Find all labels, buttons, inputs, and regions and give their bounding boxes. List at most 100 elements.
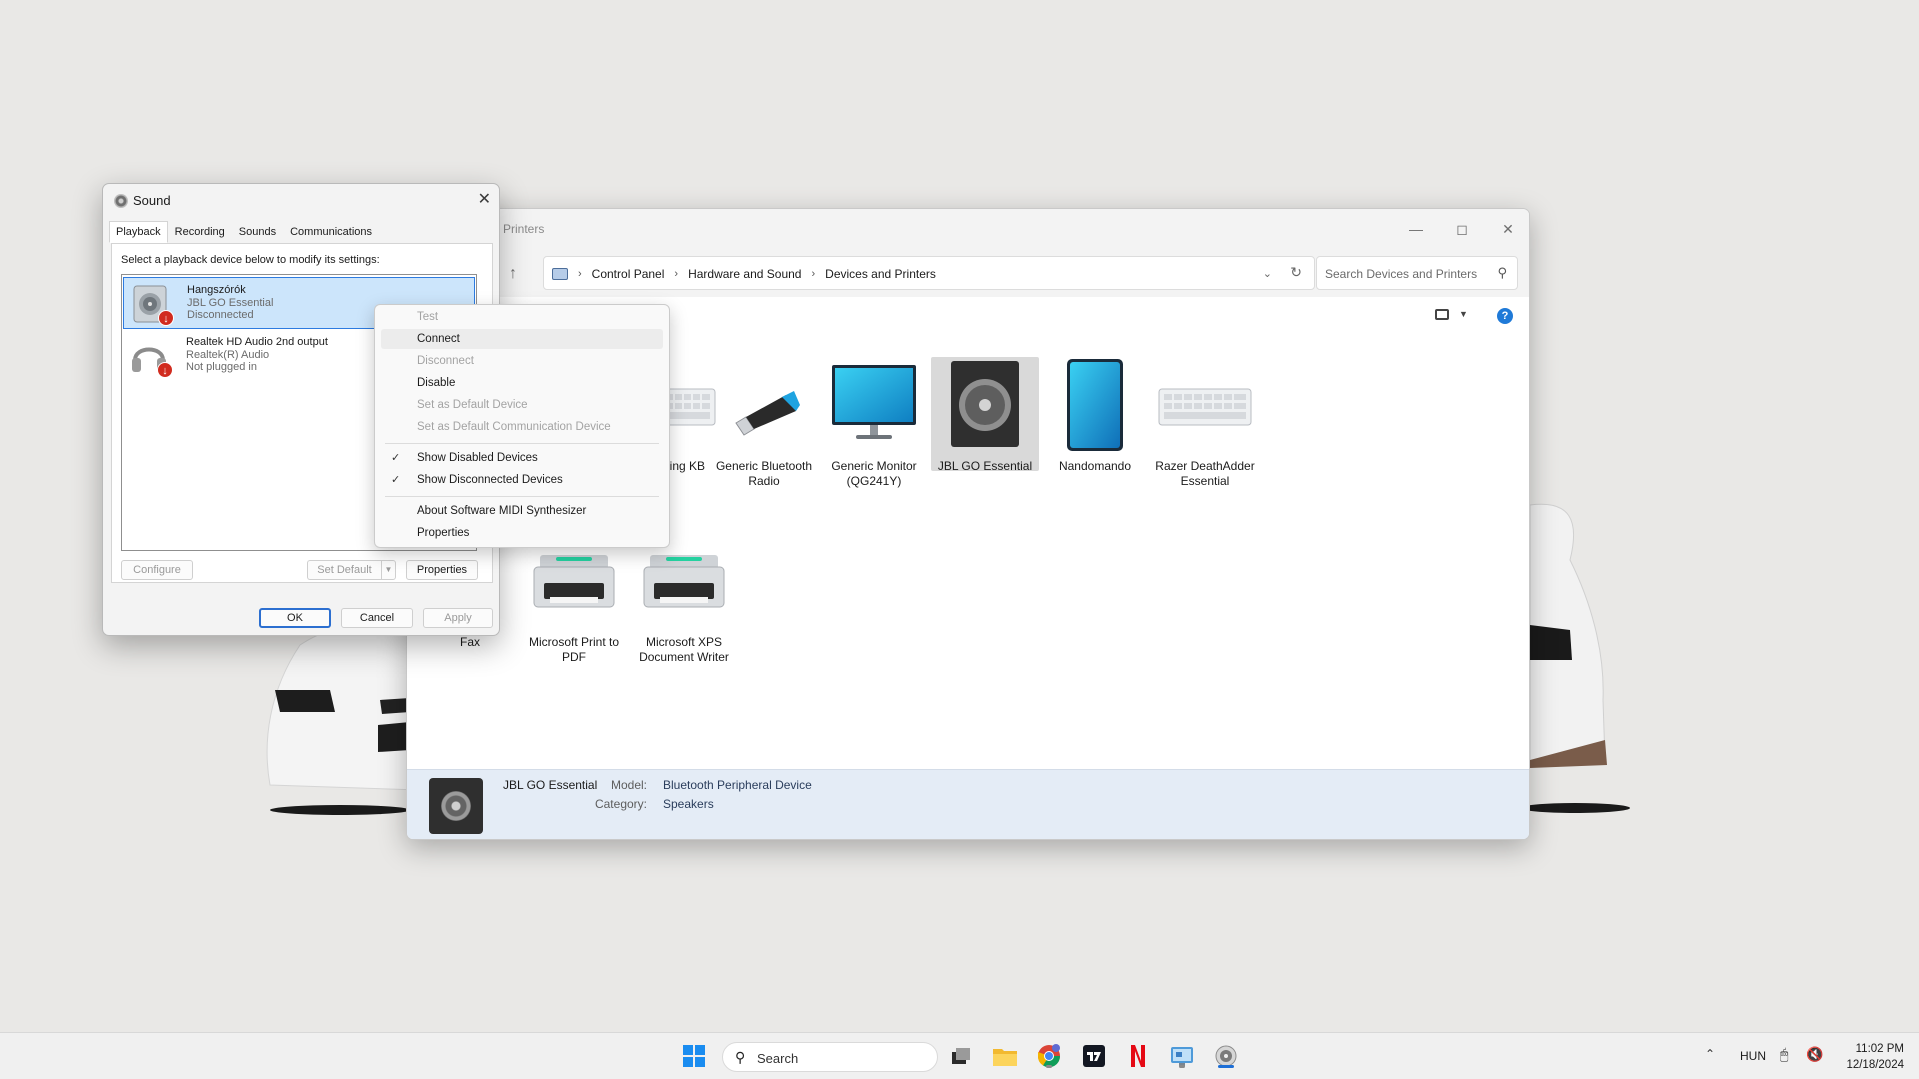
details-category-key: Category: bbox=[594, 797, 647, 811]
menu-item-about-midi[interactable]: About Software MIDI Synthesizer bbox=[381, 501, 663, 521]
menu-item-connect[interactable]: Connect bbox=[381, 329, 663, 349]
device-label: JBL GO Essential bbox=[937, 459, 1033, 473]
task-view-icon[interactable] bbox=[946, 1041, 976, 1071]
ok-button[interactable]: OK bbox=[259, 608, 331, 628]
control-panel-icon[interactable] bbox=[1167, 1041, 1197, 1071]
network-icon[interactable]: 🖱 bbox=[1780, 1046, 1788, 1063]
minimize-button[interactable]: — bbox=[1393, 213, 1439, 245]
search-icon: ⚲ bbox=[735, 1049, 746, 1065]
cancel-button[interactable]: Cancel bbox=[341, 608, 413, 628]
tab-playback[interactable]: Playback bbox=[109, 221, 168, 243]
tab-recording[interactable]: Recording bbox=[168, 221, 232, 243]
clock-date: 12/18/2024 bbox=[1846, 1059, 1904, 1071]
speaker-icon bbox=[114, 194, 128, 208]
menu-separator bbox=[385, 443, 659, 444]
volume-muted-icon[interactable]: 🔇 bbox=[1806, 1046, 1823, 1063]
breadcrumb-devices-and-printers[interactable]: Devices and Printers bbox=[825, 267, 936, 281]
search-placeholder: Search bbox=[757, 1051, 799, 1066]
device-item[interactable]: Generic Monitor (QG241Y) bbox=[820, 357, 928, 489]
address-toolbar: ↑ › Control Panel › Hardware and Sound ›… bbox=[407, 249, 1529, 297]
tab-strip: Playback Recording Sounds Communications bbox=[109, 221, 379, 243]
window-title: Printers bbox=[503, 222, 545, 236]
menu-item-properties[interactable]: Properties bbox=[381, 523, 663, 543]
help-icon[interactable]: ? bbox=[1497, 308, 1513, 324]
taskbar-search-input[interactable]: ⚲ Search bbox=[722, 1042, 938, 1072]
keyboard-icon bbox=[1158, 388, 1252, 426]
file-explorer-icon[interactable] bbox=[990, 1041, 1020, 1071]
menu-item-test[interactable]: Test bbox=[381, 307, 663, 327]
device-name: Hangszórók bbox=[187, 284, 246, 296]
device-label: Nandomando bbox=[1058, 459, 1132, 473]
chevron-right-icon: › bbox=[811, 268, 816, 280]
search-placeholder: Search Devices and Printers bbox=[1325, 267, 1478, 281]
properties-button[interactable]: Properties bbox=[406, 560, 478, 580]
taskbar: ⚲ Search ⌃ HUN 🖱 🔇 11:02 PM 12/18/2024 bbox=[0, 1032, 1919, 1079]
chrome-icon[interactable] bbox=[1034, 1041, 1064, 1071]
chevron-down-icon[interactable]: ▼ bbox=[381, 560, 396, 580]
dialog-title: Sound bbox=[133, 193, 171, 208]
close-icon[interactable]: ✕ bbox=[478, 189, 491, 209]
active-indicator bbox=[1218, 1065, 1234, 1068]
title-bar[interactable]: Printers — ◻ ✕ bbox=[407, 209, 1529, 249]
tab-sounds[interactable]: Sounds bbox=[232, 221, 283, 243]
device-item[interactable]: Nandomando bbox=[1041, 357, 1149, 474]
windows-start-icon[interactable] bbox=[679, 1041, 709, 1071]
language-indicator[interactable]: HUN bbox=[1740, 1049, 1766, 1063]
device-item[interactable]: Microsoft XPS Document Writer bbox=[630, 533, 738, 665]
device-item[interactable]: Generic Bluetooth Radio bbox=[710, 357, 818, 489]
clock[interactable]: 11:02 PM 12/18/2024 bbox=[1830, 1041, 1904, 1073]
device-item[interactable]: Razer DeathAdder Essential bbox=[1151, 357, 1259, 489]
checkmark-icon: ✓ bbox=[391, 474, 401, 486]
device-label: Generic Monitor (QG241Y) bbox=[831, 459, 917, 488]
menu-item-disconnect[interactable]: Disconnect bbox=[381, 351, 663, 371]
up-arrow-icon[interactable]: ↑ bbox=[509, 265, 517, 283]
menu-item-label: Show Disconnected Devices bbox=[417, 474, 563, 486]
instruction-text: Select a playback device below to modify… bbox=[121, 254, 380, 266]
device-status: Disconnected bbox=[187, 309, 254, 321]
view-options-icon[interactable] bbox=[1435, 309, 1449, 320]
tab-communications[interactable]: Communications bbox=[283, 221, 379, 243]
close-button[interactable]: ✕ bbox=[1485, 213, 1529, 245]
menu-item-set-default-device[interactable]: Set as Default Device bbox=[381, 395, 663, 415]
maximize-button[interactable]: ◻ bbox=[1439, 213, 1485, 245]
device-item-selected[interactable]: JBL GO Essential bbox=[931, 357, 1039, 473]
device-status: Not plugged in bbox=[186, 361, 257, 373]
details-category-value: Speakers bbox=[663, 797, 714, 811]
search-input[interactable]: Search Devices and Printers ⚲ bbox=[1316, 256, 1518, 290]
sound-settings-icon[interactable] bbox=[1211, 1041, 1241, 1071]
device-name: Realtek HD Audio 2nd output bbox=[186, 336, 328, 348]
chevron-down-icon[interactable]: ▼ bbox=[1459, 309, 1468, 319]
details-model-value: Bluetooth Peripheral Device bbox=[663, 778, 812, 792]
speaker-icon: ↓ bbox=[130, 284, 174, 326]
netflix-icon[interactable] bbox=[1123, 1041, 1153, 1071]
tradingview-icon[interactable] bbox=[1079, 1041, 1109, 1071]
address-bar[interactable]: › Control Panel › Hardware and Sound › D… bbox=[543, 256, 1315, 290]
menu-item-show-disabled[interactable]: ✓ Show Disabled Devices bbox=[381, 448, 663, 468]
set-default-button[interactable]: Set Default bbox=[307, 560, 381, 580]
device-label: Microsoft XPS Document Writer bbox=[639, 635, 729, 664]
details-model-key: Model: bbox=[610, 778, 647, 792]
headphones-icon: ↓ bbox=[129, 336, 173, 378]
configure-button[interactable]: Configure bbox=[121, 560, 193, 580]
chevron-down-icon[interactable]: ⌄ bbox=[1263, 267, 1272, 280]
refresh-icon[interactable]: ↻ bbox=[1290, 264, 1302, 281]
breadcrumb: › Control Panel › Hardware and Sound › D… bbox=[552, 267, 936, 281]
chevron-up-icon[interactable]: ⌃ bbox=[1705, 1047, 1715, 1061]
checkmark-icon: ✓ bbox=[391, 452, 401, 464]
speaker-icon bbox=[951, 361, 1019, 447]
chevron-right-icon: › bbox=[578, 268, 582, 280]
menu-item-disable[interactable]: Disable bbox=[381, 373, 663, 393]
device-item[interactable]: Microsoft Print to PDF bbox=[520, 533, 628, 665]
apply-button[interactable]: Apply bbox=[423, 608, 493, 628]
menu-item-set-default-communication[interactable]: Set as Default Communication Device bbox=[381, 417, 663, 437]
control-panel-icon bbox=[552, 268, 568, 280]
breadcrumb-control-panel[interactable]: Control Panel bbox=[592, 267, 665, 281]
device-label: Microsoft Print to PDF bbox=[528, 635, 620, 664]
menu-item-label: Show Disabled Devices bbox=[417, 452, 538, 464]
details-pane: JBL GO Essential Model: Bluetooth Periph… bbox=[407, 769, 1529, 839]
menu-item-show-disconnected[interactable]: ✓ Show Disconnected Devices bbox=[381, 470, 663, 490]
menu-separator bbox=[385, 496, 659, 497]
device-label: Generic Bluetooth Radio bbox=[715, 459, 813, 488]
breadcrumb-hardware-and-sound[interactable]: Hardware and Sound bbox=[688, 267, 801, 281]
device-subtitle: Realtek(R) Audio bbox=[186, 349, 270, 361]
